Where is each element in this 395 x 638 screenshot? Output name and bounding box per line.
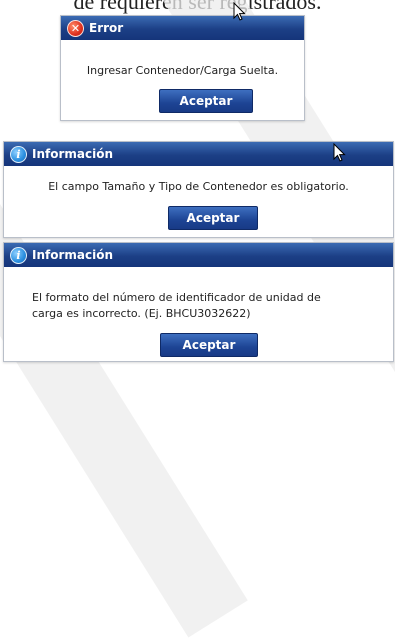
dialog-title: Información (32, 248, 114, 262)
dialog-message: Ingresar Contenedor/Carga Suelta. (86, 64, 279, 77)
accept-button[interactable]: Aceptar (159, 89, 253, 113)
info-icon: i (10, 145, 27, 163)
background-document-text: de requieren ser registrados. (73, 0, 322, 14)
accept-button[interactable]: Aceptar (168, 206, 258, 230)
error-x-icon: ✕ (67, 19, 84, 37)
mouse-cursor-icon (333, 143, 346, 162)
dialog-title: Error (89, 21, 124, 35)
dialog-titlebar: i Información (4, 243, 393, 267)
accept-button[interactable]: Aceptar (160, 333, 258, 357)
info-dialog: i Información El formato del número de i… (3, 242, 394, 362)
info-icon: i (10, 246, 27, 264)
dialog-message-line: El formato del número de identificador d… (32, 291, 321, 304)
dialog-message-line: carga es incorrecto. (Ej. BHCU3032622) (32, 307, 251, 320)
dialog-message: El campo Tamaño y Tipo de Contenedor es … (48, 180, 349, 193)
dialog-title: Información (32, 147, 114, 161)
mouse-cursor-icon (233, 2, 246, 21)
error-dialog: ✕ Error Ingresar Contenedor/Carga Suelta… (60, 15, 305, 121)
dialog-titlebar: ✕ Error (61, 16, 304, 40)
